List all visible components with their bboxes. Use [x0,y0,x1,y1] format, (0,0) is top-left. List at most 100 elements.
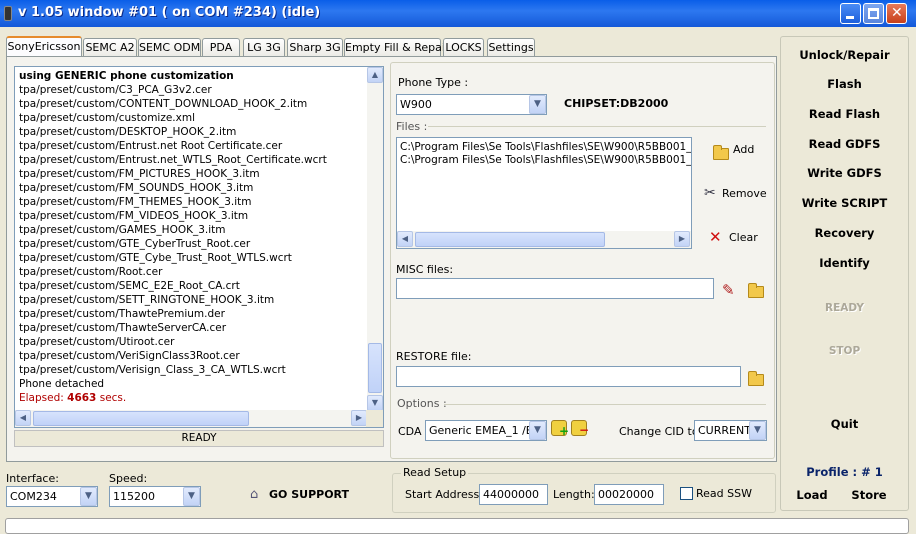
log-line: tpa/preset/custom/C3_PCA_G3v2.cer [19,84,212,96]
tab-sharp-3g[interactable]: Sharp 3G [287,38,343,56]
read-ssw-checkbox[interactable] [680,487,693,500]
length-input[interactable]: 00020000 [594,484,664,505]
read-flash-button[interactable]: Read Flash [781,107,908,121]
ready-button: READY [825,302,864,314]
log-line: tpa/preset/custom/Verisign_Class_3_CA_WT… [19,364,286,376]
action-sidebar: Unlock/Repair Flash Read Flash Read GDFS… [780,36,909,511]
profile-label: Profile : # 1 [806,465,883,479]
minimize-icon [846,16,854,19]
scroll-right-icon[interactable]: ▶ [351,410,367,426]
bottom-progress-bar [5,518,909,534]
log-vertical-scrollbar[interactable]: ▲ ▼ [367,67,383,411]
chevron-down-icon[interactable]: ▼ [529,95,546,114]
tab-sonyericsson[interactable]: SonyEricsson [6,36,82,57]
speed-label: Speed: [109,472,148,485]
go-support-button[interactable]: ⌂ GO SUPPORT [250,487,349,509]
elapsed-line: Elapsed: 4663 secs. [19,391,367,405]
log-line: tpa/preset/custom/ThawtePremium.der [19,308,225,320]
log-line: tpa/preset/custom/Utiroot.cer [19,336,175,348]
house-icon: ⌂ [250,487,259,502]
tab-lg-3g[interactable]: LG 3G [243,38,285,56]
log-line: tpa/preset/custom/SETT_RINGTONE_HOOK_3.i… [19,294,275,306]
interface-label: Interface: [6,472,59,485]
close-button[interactable]: ✕ [886,3,907,24]
restore-file-input[interactable] [396,366,741,387]
write-script-button[interactable]: Write SCRIPT [781,196,908,210]
add-cda-icon[interactable]: + [551,420,569,438]
log-vscroll-thumb[interactable] [368,343,382,393]
tab-empty-fill-repair[interactable]: Empty Fill & Repair [344,38,449,56]
scroll-left-icon[interactable]: ◀ [15,410,31,426]
window-title: v 1.05 window #01 ( on COM #234) (idle) [18,5,321,20]
log-line: tpa/preset/custom/SEMC_E2E_Root_CA.crt [19,280,240,292]
clear-files-button[interactable]: ✕ Clear [709,228,769,253]
interface-value: COM234 [10,490,57,503]
remove-file-button[interactable]: ✂ Remove [704,185,770,209]
file-item[interactable]: C:\Program Files\Se Tools\Flashfiles\SE\… [400,141,691,153]
cda-value: Generic EMEA_1 /EM [429,424,543,437]
scroll-down-icon[interactable]: ▼ [367,395,383,411]
scroll-corner [366,410,383,427]
change-cid-select[interactable]: CURRENT ▼ [694,420,767,441]
stop-button: STOP [828,345,861,357]
log-line: tpa/preset/custom/DESKTOP_HOOK_2.itm [19,126,237,138]
tab-settings[interactable]: Settings [487,38,535,56]
tab-semc-a2[interactable]: SEMC A2 [83,38,137,56]
tab-pda[interactable]: PDA [202,38,240,56]
log-hscroll-thumb[interactable] [33,411,249,426]
log-output[interactable]: using GENERIC phone customization tpa/pre… [14,66,384,428]
speed-select[interactable]: 115200 ▼ [109,486,201,507]
plus-icon: + [558,424,569,438]
files-list[interactable]: C:\Program Files\Se Tools\Flashfiles\SE\… [396,137,692,249]
read-ssw-label: Read SSW [696,487,752,500]
options-label: Options : [397,397,447,410]
chevron-down-icon[interactable]: ▼ [749,421,766,440]
read-gdfs-button[interactable]: Read GDFS [781,137,908,151]
phone-type-select[interactable]: W900 ▼ [396,94,547,115]
scroll-left-icon[interactable]: ◀ [397,231,413,247]
unlock-repair-button[interactable]: Unlock/Repair [781,48,908,62]
interface-select[interactable]: COM234 ▼ [6,486,98,507]
maximize-button[interactable] [863,3,884,24]
identify-button[interactable]: Identify [781,256,908,270]
chevron-down-icon[interactable]: ▼ [529,421,546,440]
change-cid-value: CURRENT [698,424,751,437]
log-line: tpa/preset/custom/GTE_Cybe_Trust_Root_WT… [19,252,292,264]
minimize-button[interactable] [840,3,861,24]
tab-semc-odm[interactable]: SEMC ODM [138,38,201,56]
start-address-input[interactable]: 44000000 [479,484,548,505]
phone-type-value: W900 [400,98,432,111]
write-gdfs-button[interactable]: Write GDFS [781,166,908,180]
log-line: tpa/preset/custom/Root.cer [19,266,163,278]
log-line: tpa/preset/custom/VeriSignClass3Root.cer [19,350,240,362]
app-phone-icon [4,6,12,21]
folder-open-icon[interactable] [748,283,764,298]
flash-button[interactable]: Flash [781,77,908,91]
log-horizontal-scrollbar[interactable]: ◀ ▶ [15,410,367,427]
recovery-button[interactable]: Recovery [781,226,908,240]
cda-select[interactable]: Generic EMEA_1 /EM ▼ [425,420,547,441]
load-profile-button[interactable]: Load [791,488,833,502]
remove-cda-icon[interactable]: − [571,420,589,437]
misc-files-input[interactable] [396,278,714,299]
scroll-right-icon[interactable]: ▶ [674,231,690,247]
files-hscroll-thumb[interactable] [415,232,605,247]
title-bar: v 1.05 window #01 ( on COM #234) (idle) … [0,0,916,27]
maximize-icon [868,8,879,19]
file-item[interactable]: C:\Program Files\Se Tools\Flashfiles\SE\… [400,154,691,166]
chevron-down-icon[interactable]: ▼ [80,487,97,506]
tab-locks[interactable]: LOCKS [443,38,484,56]
add-file-button[interactable]: Add [712,143,772,165]
edit-pencil-icon[interactable]: ✎ [722,281,735,299]
folder-open-icon[interactable] [748,371,764,386]
files-label: Files : [396,120,428,133]
flash-settings-group [390,62,775,459]
log-status: READY [14,430,384,447]
store-profile-button[interactable]: Store [847,488,891,502]
quit-button[interactable]: Quit [781,417,908,431]
speed-value: 115200 [113,490,155,503]
files-horizontal-scrollbar[interactable]: ◀ ▶ [397,231,691,248]
change-cid-label: Change CID to [619,425,699,438]
chevron-down-icon[interactable]: ▼ [183,487,200,506]
scroll-up-icon[interactable]: ▲ [367,67,383,83]
